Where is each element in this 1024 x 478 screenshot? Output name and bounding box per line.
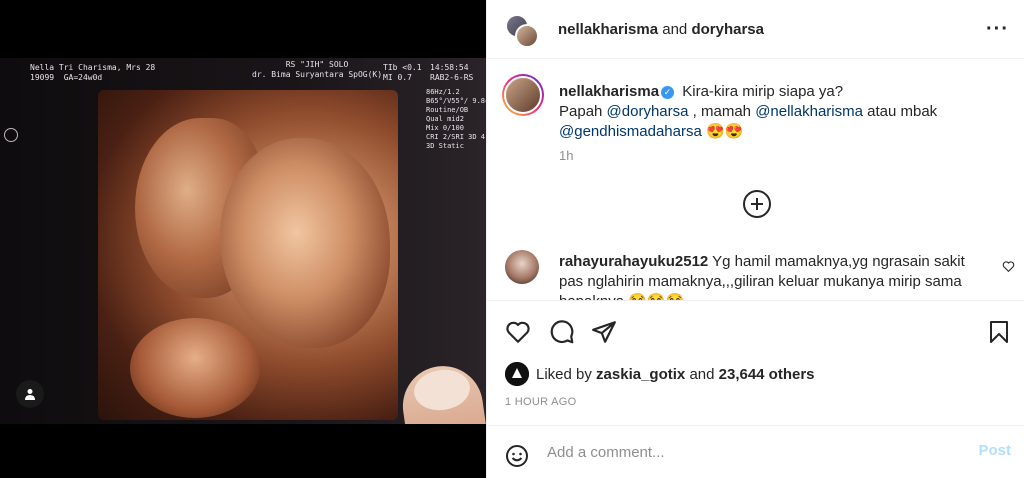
scan-settings-info: 86Hz/1.2 B65°/V55°/ 9.8cm Routine/OB Qua…: [426, 88, 486, 150]
scan-patient-info: Nella Tri Charisma, Mrs 28 19099 GA=24w0…: [30, 63, 156, 82]
post-timestamp[interactable]: 1 HOUR AGO: [505, 396, 576, 408]
comment-bubble-icon: [550, 320, 574, 344]
ultrasound-photo: Nella Tri Charisma, Mrs 28 19099 GA=24w0…: [0, 58, 486, 424]
post-authors: nellakharisma and doryharsa: [558, 21, 764, 38]
bookmark-icon: [990, 321, 1008, 343]
liker-username-link[interactable]: zaskia_gotix: [596, 366, 685, 383]
mention-link[interactable]: @nellakharisma: [755, 103, 863, 120]
ge-logo-icon: [4, 128, 18, 142]
verified-badge-icon: ✓: [661, 86, 675, 99]
caption-time[interactable]: 1h: [559, 148, 573, 163]
mention-link[interactable]: @gendhismadaharsa: [559, 123, 702, 140]
paper-plane-icon: [592, 321, 616, 343]
post-header: nellakharisma and doryharsa ···: [487, 0, 1024, 59]
scan-time-info: 14:58:54 RAB2-6-RS: [430, 63, 474, 82]
comment-like-button[interactable]: [1002, 260, 1015, 276]
emoji: 😍😍: [706, 123, 744, 140]
heart-icon: [506, 321, 530, 343]
save-button[interactable]: [987, 319, 1013, 345]
like-button[interactable]: [505, 319, 531, 345]
tagged-users-button[interactable]: [16, 380, 44, 408]
liker-logo-icon: [505, 362, 529, 386]
load-more-comments-button[interactable]: [743, 190, 771, 218]
smiley-icon: [506, 445, 528, 467]
author-avatars[interactable]: [505, 14, 541, 50]
comment-button[interactable]: [549, 319, 575, 345]
likes-count-link[interactable]: 23,644 others: [719, 366, 815, 383]
avatar[interactable]: [505, 250, 539, 284]
share-button[interactable]: [591, 319, 617, 345]
scan-index-info: TIb <0.1 MI 0.7: [383, 63, 422, 82]
caption-section: nellakharisma ✓ Kira-kira mirip siapa ya?…: [487, 60, 1024, 240]
scan-hospital-info: RS "JIH" SOLO dr. Bima Suryantara SpOG(K…: [252, 60, 383, 79]
plus-circle-icon: [751, 198, 763, 210]
comment-text: rahayurahayuku2512 Yg hamil mamaknya,yg …: [559, 253, 965, 300]
action-bar: [487, 300, 1024, 358]
likes-text: Liked by zaskia_gotix and 23,644 others: [536, 366, 815, 383]
likes-summary: Liked by zaskia_gotix and 23,644 others: [487, 358, 1024, 392]
comment-input[interactable]: [547, 438, 947, 466]
heart-icon: [1002, 261, 1015, 273]
post-comment-button[interactable]: Post: [978, 442, 1011, 459]
post-media[interactable]: Nella Tri Charisma, Mrs 28 19099 GA=24w0…: [0, 0, 486, 478]
caption-avatar[interactable]: [502, 74, 544, 116]
author-username-link[interactable]: nellakharisma: [558, 21, 658, 38]
add-comment-bar: Post: [487, 425, 1024, 478]
avatar[interactable]: [515, 24, 539, 48]
coauthor-username-link[interactable]: doryharsa: [691, 21, 764, 38]
comment-username-link[interactable]: rahayurahayuku2512: [559, 253, 708, 270]
more-options-icon[interactable]: ···: [986, 18, 1009, 41]
emoji-picker-button[interactable]: [505, 444, 529, 473]
liker-avatar[interactable]: [505, 362, 529, 386]
person-icon: [25, 389, 35, 400]
mention-link[interactable]: @doryharsa: [607, 103, 689, 120]
caption-text: nellakharisma ✓ Kira-kira mirip siapa ya?…: [559, 83, 938, 140]
comment-item: rahayurahayuku2512 Yg hamil mamaknya,yg …: [487, 240, 1024, 300]
caption-username-link[interactable]: nellakharisma: [559, 83, 659, 100]
post-side-panel: nellakharisma and doryharsa ··· nellakha…: [486, 0, 1024, 478]
